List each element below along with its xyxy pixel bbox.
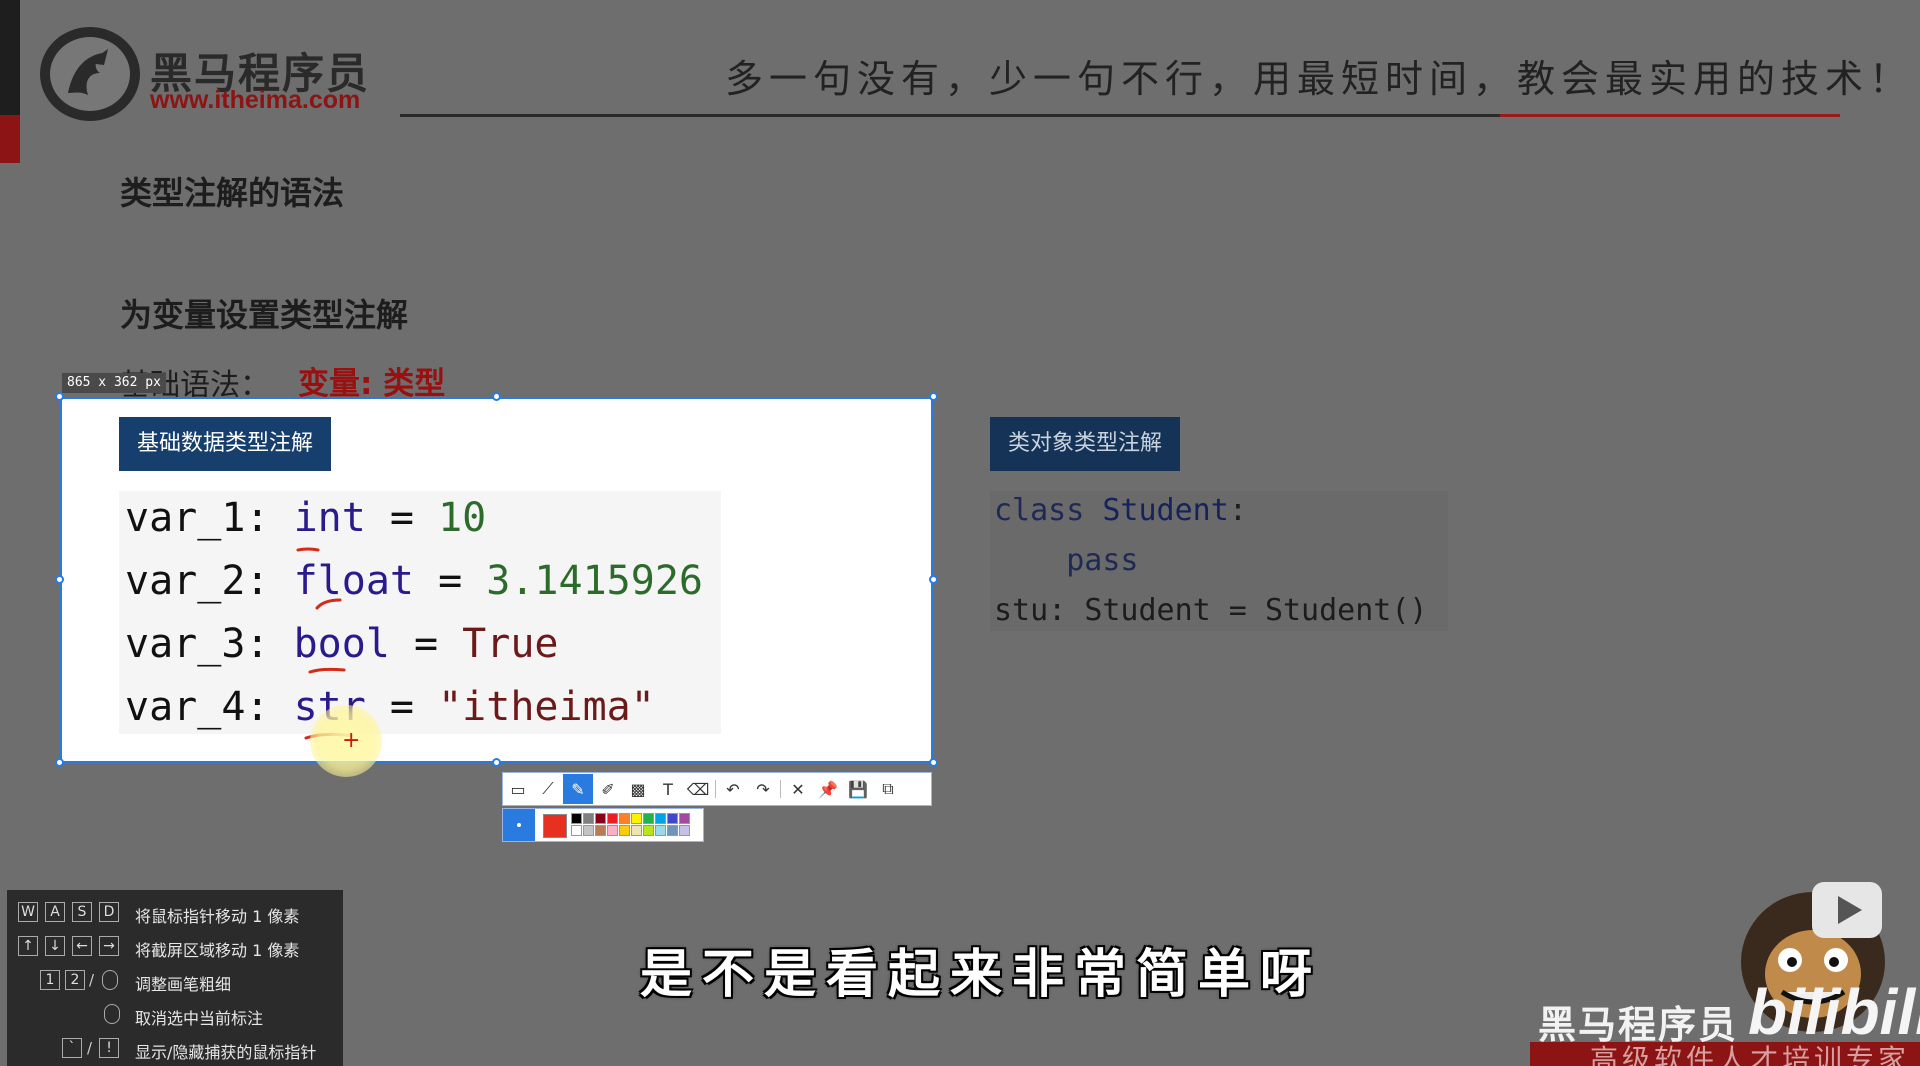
video-subtitle: 是不是看起来非常简单呀 (639, 944, 1323, 1006)
color-swatch[interactable] (607, 813, 618, 824)
header-divider-accent (1500, 114, 1840, 117)
color-swatch[interactable] (655, 825, 666, 836)
rect-icon[interactable]: ▭ (503, 774, 533, 804)
color-swatch[interactable] (583, 813, 594, 824)
bilibili-logo: bilibili (1748, 976, 1920, 1048)
key-down: ↓ (45, 936, 65, 956)
color-swatch[interactable] (571, 813, 582, 824)
code-keyword: class (994, 493, 1103, 528)
class-annotation-tag: 类对象类型注解 (990, 417, 1181, 471)
color-swatch[interactable] (679, 825, 690, 836)
key-a: A (45, 902, 65, 922)
shortcut-text: 将鼠标指针移动 1 像素 (135, 907, 300, 926)
key-left: ← (72, 936, 92, 956)
text-icon[interactable]: T (653, 774, 683, 804)
color-swatch[interactable] (619, 825, 630, 836)
marker-icon[interactable]: ✐ (593, 774, 623, 804)
color-swatch[interactable] (631, 813, 642, 824)
key-separator: / (89, 971, 95, 989)
underline-int (296, 547, 320, 552)
shortcut-help-panel: W A S D 将鼠标指针移动 1 像素 ↑ ↓ ← → 将截屏区域移动 1 像… (7, 890, 343, 1066)
pen-size-dot-icon (517, 823, 521, 827)
crosshair-cursor-icon: + (342, 728, 361, 753)
key-right: → (99, 936, 119, 956)
shortcut-row: 1 2 / 调整画笔粗细 (7, 966, 343, 996)
key-backtick: ` (62, 1038, 82, 1058)
copy-icon[interactable]: ⧉ (873, 774, 903, 804)
color-swatch[interactable] (595, 813, 606, 824)
color-palette (502, 808, 704, 842)
shortcut-row: ` / ! 显示/隐藏捕获的鼠标指针 (7, 1034, 343, 1064)
close-icon[interactable]: ✕ (783, 774, 813, 804)
polyline-icon[interactable]: ⟋ (533, 774, 563, 804)
pen-size-button[interactable] (503, 809, 535, 841)
color-swatch[interactable] (571, 825, 582, 836)
code-type: Student (1084, 593, 1211, 628)
toolbar-separator (715, 780, 716, 798)
key-separator: / (87, 1039, 93, 1057)
key-2: 2 (65, 970, 85, 990)
mouse-right-click-icon (104, 1004, 120, 1024)
code-var: stu: (994, 593, 1085, 628)
shortcut-row: ↑ ↓ ← → 将截屏区域移动 1 像素 (7, 932, 343, 962)
redo-icon[interactable]: ↷ (748, 774, 778, 804)
class-code-block: class Student: pass stu: Student = Stude… (990, 491, 1448, 631)
color-swatch[interactable] (583, 825, 594, 836)
color-swatch[interactable] (667, 825, 678, 836)
shortcut-row: W A S D 将鼠标指针移动 1 像素 (7, 898, 343, 928)
code-eq: = (1210, 593, 1265, 628)
shortcut-row: 取消选中当前标注 (7, 1000, 343, 1030)
shortcut-text: 调整画笔粗细 (135, 975, 232, 994)
code-colon: : (1228, 493, 1247, 528)
shortcut-text: 取消选中当前标注 (135, 1009, 264, 1028)
key-1: 1 (40, 970, 60, 990)
color-swatch[interactable] (631, 825, 642, 836)
color-swatch[interactable] (643, 825, 654, 836)
watermark-brand: 黑马程序员 (1538, 1003, 1739, 1047)
pen-annotations (296, 547, 354, 740)
mosaic-icon[interactable]: ▩ (623, 774, 653, 804)
pen-icon[interactable]: ✎ (563, 774, 593, 804)
eraser-icon[interactable]: ⌫ (683, 774, 713, 804)
toolbar-separator (780, 780, 781, 798)
key-w: W (18, 902, 38, 922)
key-exclamation: ! (99, 1038, 119, 1058)
code-line-3: stu: Student = Student() (994, 593, 1428, 628)
annotation-toolbar: ▭ ⟋ ✎ ✐ ▩ T ⌫ ↶ ↷ ✕ 📌 💾 ⧉ (502, 772, 932, 806)
color-swatch[interactable] (607, 825, 618, 836)
color-swatch[interactable] (619, 813, 630, 824)
watermark-band: 高级软件人才培训专家 (1530, 1042, 1920, 1066)
code-ctor: Student() (1264, 593, 1428, 628)
save-icon[interactable]: 💾 (843, 774, 873, 804)
current-color-swatch[interactable] (543, 814, 567, 838)
underline-float (315, 598, 342, 610)
color-swatch[interactable] (643, 813, 654, 824)
pin-icon[interactable]: 📌 (813, 774, 843, 804)
undo-icon[interactable]: ↶ (718, 774, 748, 804)
key-up: ↑ (18, 936, 38, 956)
mouse-wheel-icon (102, 970, 118, 990)
shortcut-text: 显示/隐藏捕获的鼠标指针 (135, 1043, 317, 1062)
code-line-1: class Student: (994, 493, 1247, 528)
color-swatch[interactable] (655, 813, 666, 824)
watermark-band-text: 高级软件人才培训专家 (1590, 1043, 1911, 1066)
key-d: D (99, 902, 119, 922)
code-classname: Student (1102, 493, 1229, 528)
code-line-2: pass (994, 543, 1139, 578)
key-s: S (72, 902, 92, 922)
shortcut-text: 将截屏区域移动 1 像素 (135, 941, 300, 960)
underline-bool (308, 667, 346, 674)
color-swatch[interactable] (595, 825, 606, 836)
color-swatch[interactable] (679, 813, 690, 824)
color-swatch[interactable] (667, 813, 678, 824)
